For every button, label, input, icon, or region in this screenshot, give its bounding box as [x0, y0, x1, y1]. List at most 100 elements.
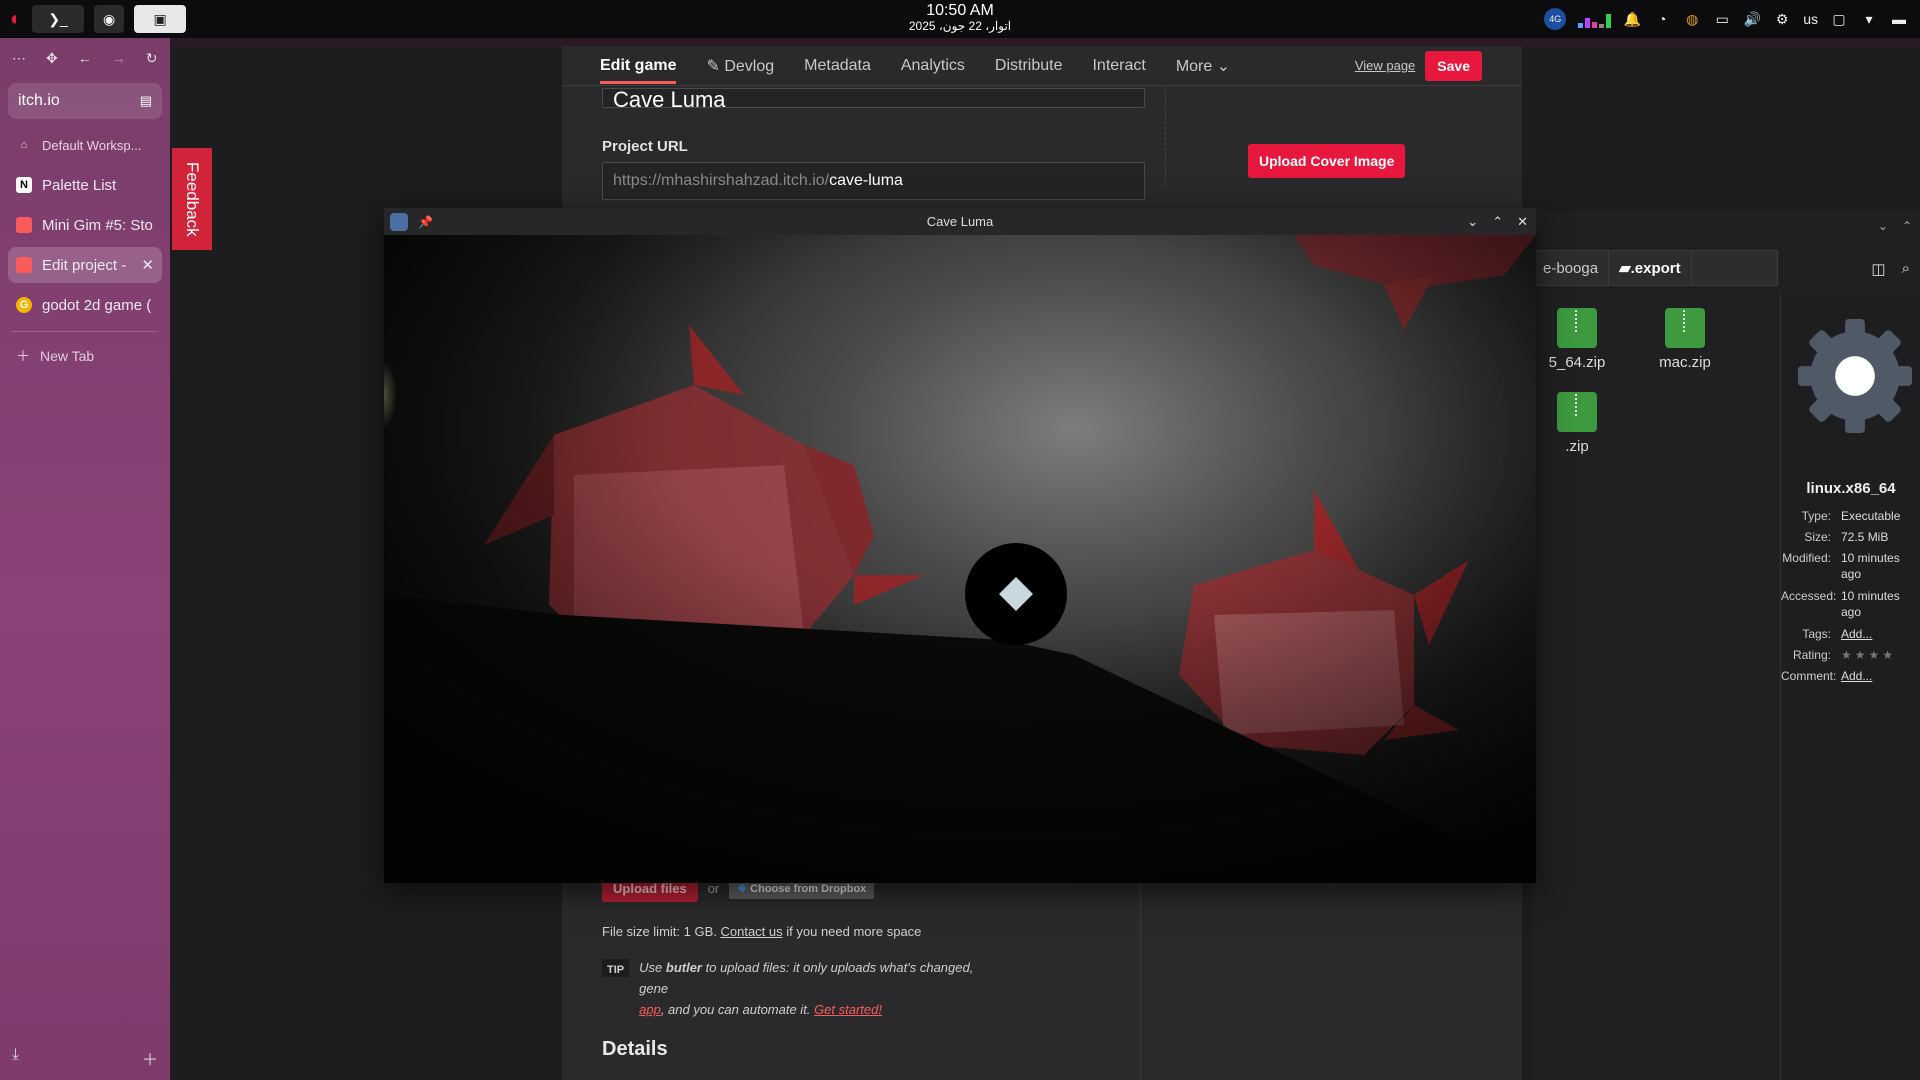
- app-launcher-icon[interactable]: ◐: [10, 8, 22, 31]
- limit-text: File size limit: 1 GB.: [602, 924, 717, 939]
- path-segment-current[interactable]: ▰ .export: [1609, 251, 1692, 285]
- path-segment[interactable]: e-booga: [1533, 251, 1610, 285]
- zip-file-icon: [1557, 392, 1597, 432]
- settings-icon[interactable]: ⚙: [1773, 10, 1791, 28]
- info-value: 10 minutes ago: [1841, 589, 1900, 619]
- cpu-graph-icon[interactable]: [1578, 10, 1612, 28]
- clock[interactable]: 10:50 AM اتوار، 22 جون، 2025: [900, 2, 1020, 32]
- google-icon: G: [16, 297, 32, 313]
- edit-icon: ✎: [706, 57, 725, 75]
- vignette: [384, 235, 1536, 883]
- get-started-link[interactable]: Get started!: [814, 1002, 882, 1017]
- game-window-title: Cave Luma: [926, 214, 994, 229]
- system-tray: 4G 🔔 ◔ ◍ ▭ 🔊 ⚙ us ▢ ▾ ▬: [1544, 8, 1908, 30]
- browser-taskbar-button[interactable]: ◉: [94, 5, 125, 33]
- close-icon[interactable]: ✕: [1517, 214, 1528, 230]
- chevron-down-icon: ⌄: [1216, 57, 1231, 75]
- battery-icon[interactable]: ▭: [1713, 10, 1731, 28]
- game-window[interactable]: 📌 Cave Luma ⌄ ⌃ ✕: [384, 208, 1536, 883]
- contact-us-link[interactable]: Contact us: [720, 924, 782, 939]
- back-icon[interactable]: ←: [78, 50, 92, 67]
- tab-metadata[interactable]: Metadata: [804, 57, 871, 75]
- tip-text: Use butler to upload files: it only uplo…: [639, 957, 992, 1020]
- title-field[interactable]: Cave Luma: [602, 88, 1145, 108]
- minimize-icon[interactable]: ⌄: [1878, 219, 1888, 233]
- sidebar-tab-mini-gim[interactable]: Mini Gim #5: Sto: [8, 207, 162, 243]
- plus-icon: ＋: [16, 348, 30, 364]
- url-bar[interactable]: itch.io ▤: [8, 83, 162, 119]
- search-icon[interactable]: ⌕: [1902, 260, 1910, 278]
- split-view-icon[interactable]: ◫: [1871, 260, 1885, 278]
- fm-view-controls: ◫ ⌕: [1871, 260, 1910, 278]
- tab-devlog[interactable]: ✎ Devlog: [706, 56, 774, 76]
- file-manager-window: ⌄ ⌃ e-booga ▰ .export ◫ ⌕ 5_64.zip mac.z…: [1532, 212, 1920, 1080]
- maximize-icon[interactable]: ⌃: [1902, 219, 1912, 233]
- tip-butler: butler: [665, 960, 702, 975]
- feedback-button[interactable]: Feedback: [172, 148, 212, 250]
- new-tab-button[interactable]: ＋ New Tab: [0, 340, 170, 372]
- file-item[interactable]: 5_64.zip: [1532, 308, 1622, 371]
- home-icon: ⌂: [20, 139, 28, 151]
- game-viewport[interactable]: [384, 235, 1536, 883]
- tab-more-label: More: [1175, 57, 1213, 75]
- update-icon[interactable]: ◍: [1683, 10, 1701, 28]
- sidebar-tab-godot-search[interactable]: G godot 2d game (: [8, 287, 162, 323]
- add-tags-link[interactable]: Add...: [1841, 626, 1920, 642]
- more-icon[interactable]: ⋯: [12, 50, 26, 67]
- minimize-icon[interactable]: ⌄: [1467, 214, 1478, 230]
- extensions-icon[interactable]: ✥: [46, 50, 58, 67]
- maximize-icon[interactable]: ⌃: [1492, 214, 1503, 230]
- chevron-down-icon[interactable]: ▾: [1860, 10, 1878, 28]
- title-value: Cave Luma: [613, 88, 726, 108]
- keyboard-layout[interactable]: us: [1803, 11, 1818, 27]
- discord-icon[interactable]: ◔: [1653, 10, 1671, 28]
- rating-stars[interactable]: ★★★★: [1841, 647, 1920, 663]
- volume-icon[interactable]: 🔊: [1743, 10, 1761, 28]
- terminal-taskbar-button[interactable]: ❯_: [32, 5, 85, 33]
- info-row: Tags: Add...: [1781, 626, 1920, 642]
- game-window-titlebar[interactable]: 📌 Cave Luma ⌄ ⌃ ✕: [384, 208, 1536, 235]
- close-tab-icon[interactable]: ✕: [141, 256, 154, 274]
- sidebar-tab-edit-project[interactable]: Edit project - ✕: [8, 247, 162, 283]
- fm-path-bar[interactable]: e-booga ▰ .export: [1532, 250, 1778, 286]
- forward-icon[interactable]: →: [112, 50, 126, 67]
- display-icon[interactable]: ▢: [1830, 10, 1848, 28]
- download-icon[interactable]: ⤓: [12, 1046, 19, 1070]
- notification-icon[interactable]: 🔔: [1623, 10, 1641, 28]
- site-settings-icon[interactable]: ▤: [140, 93, 152, 109]
- info-row: Size: 72.5 MiB: [1781, 529, 1920, 545]
- sidebar-footer: ⤓ ＋: [12, 1046, 158, 1070]
- add-comment-link[interactable]: Add...: [1841, 668, 1920, 684]
- info-key: Accessed:: [1781, 589, 1837, 603]
- add-icon[interactable]: ＋: [142, 1046, 158, 1070]
- file-item[interactable]: .zip: [1532, 392, 1622, 455]
- nav-controls: ⋯ ✥ ← → ↻: [0, 38, 170, 79]
- sidebar-tab-palette-list[interactable]: N Palette List: [8, 167, 162, 203]
- executable-gear-icon: [1797, 318, 1913, 434]
- project-url-field[interactable]: https://mhashirshahzad.itch.io/ cave-lum…: [602, 162, 1145, 200]
- save-button[interactable]: Save: [1425, 50, 1482, 81]
- tab-more[interactable]: More ⌄: [1176, 56, 1230, 76]
- workspace-selector[interactable]: ⌂ Default Worksp...: [8, 127, 162, 163]
- info-row: Modified: 10 minutes ago: [1781, 550, 1920, 582]
- tab-interact[interactable]: Interact: [1092, 57, 1145, 75]
- url-text: itch.io: [18, 92, 60, 109]
- pin-icon[interactable]: 📌: [418, 215, 433, 229]
- folder-icon: ▰: [1619, 260, 1631, 277]
- upload-cover-button[interactable]: Upload Cover Image: [1248, 144, 1406, 178]
- tab-distribute[interactable]: Distribute: [995, 57, 1063, 75]
- file-item[interactable]: mac.zip: [1640, 308, 1730, 371]
- tab-edit-game[interactable]: Edit game: [600, 57, 677, 84]
- itch-icon: [16, 217, 32, 233]
- info-row: Accessed: 10 minutes ago: [1781, 588, 1920, 620]
- game-taskbar-button[interactable]: ▣: [134, 5, 187, 33]
- butler-app-link[interactable]: app: [639, 1002, 661, 1017]
- view-page-link[interactable]: View page: [1355, 58, 1415, 73]
- network-icon[interactable]: 4G: [1544, 8, 1567, 30]
- show-desktop-icon[interactable]: ▬: [1890, 10, 1908, 28]
- reload-icon[interactable]: ↻: [146, 50, 158, 67]
- tab-analytics[interactable]: Analytics: [901, 57, 965, 75]
- file-name: .zip: [1565, 438, 1589, 455]
- tip-end: , and you can automate it.: [660, 1002, 811, 1017]
- godot-icon: [390, 212, 408, 231]
